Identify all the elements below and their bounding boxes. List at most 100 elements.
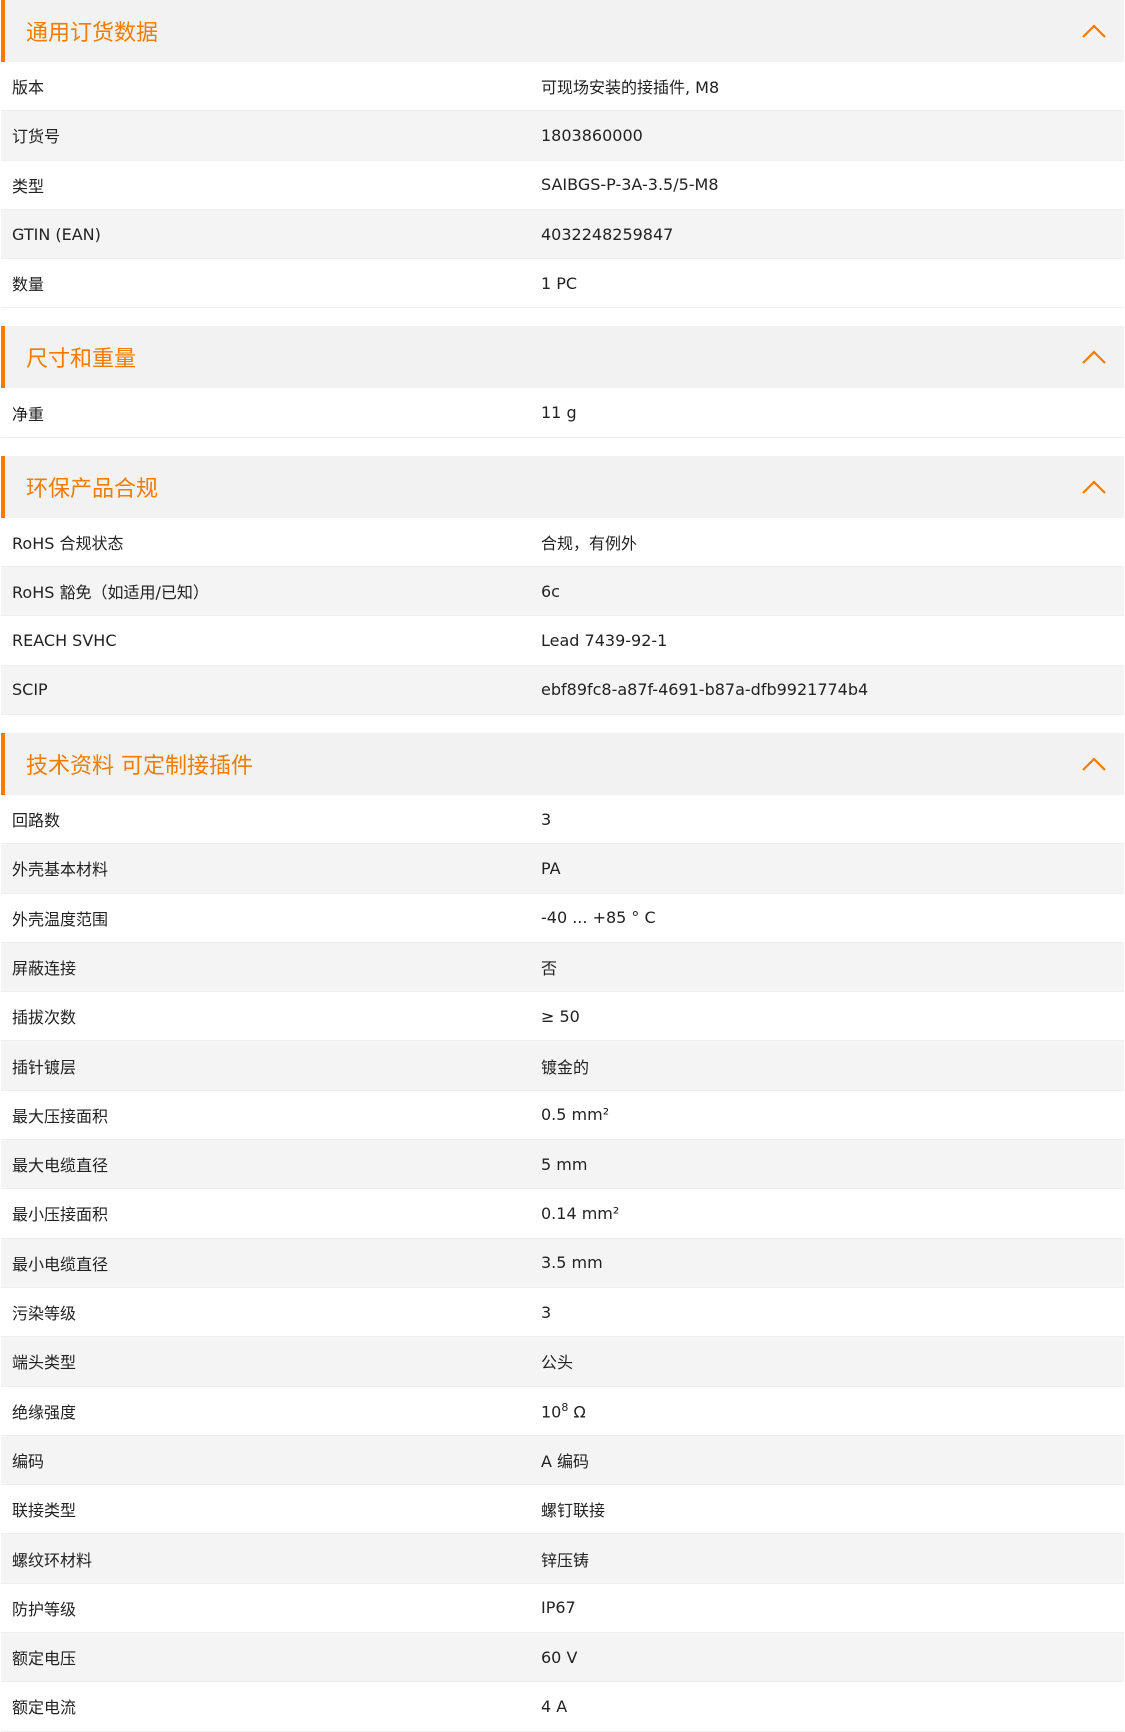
table-row: 数量 1 PC xyxy=(1,259,1124,309)
row-value: 3.5 mm xyxy=(541,1253,603,1273)
table-row: 回路数 3 xyxy=(1,794,1124,845)
table-row: 净重 11 g xyxy=(1,388,1124,438)
table-row: REACH SVHC Lead 7439-92-1 xyxy=(1,616,1124,666)
table-row: 螺纹环材料 锌压铸 xyxy=(1,1534,1124,1584)
section-technical-data: 技术资料 可定制接插件 回路数 3 外壳基本材料 PA 外壳温度范围 -40 ... … xyxy=(1,732,1124,1732)
row-value: Lead 7439-92-1 xyxy=(541,631,668,651)
chevron-up-icon[interactable] xyxy=(1064,0,1124,62)
chevron-up-icon[interactable] xyxy=(1064,456,1124,518)
row-value: ebf89fc8-a87f-4691-b87a-dfb9921774b4 xyxy=(541,680,869,700)
section-dimensions-weight: 尺寸和重量 净重 11 g xyxy=(1,326,1124,438)
row-value: 11 g xyxy=(541,403,577,423)
row-label: 额定电流 xyxy=(12,1698,77,1718)
table-row: GTIN (EAN) 4032248259847 xyxy=(1,209,1124,260)
table-row: 类型 SAIBGS-P-3A-3.5/5-M8 xyxy=(1,160,1124,210)
table-row: 污染等级 3 xyxy=(1,1287,1124,1338)
row-value: 螺钉联接 xyxy=(541,1501,606,1521)
row-value: -40 ... +85 ° C xyxy=(541,908,656,928)
table-row: 屏蔽连接 否 xyxy=(1,942,1124,993)
row-label: 编码 xyxy=(12,1451,45,1471)
row-label: 最大电缆直径 xyxy=(12,1156,109,1176)
table-row: 端头类型 公头 xyxy=(1,1337,1124,1387)
row-value: 0.5 mm² xyxy=(541,1105,610,1125)
table-row: 额定电流 4 A xyxy=(1,1682,1124,1732)
table-row: RoHS 豁免（如适用/已知） 6c xyxy=(1,567,1124,617)
section-environmental-compliance: 环保产品合规 RoHS 合规状态 合规，有例外 RoHS 豁免（如适用/已知） 6c… xyxy=(1,455,1124,715)
table-row: 最大电缆直径 5 mm xyxy=(1,1140,1124,1190)
spec-table: 净重 11 g xyxy=(1,388,1124,438)
row-label: 数量 xyxy=(12,275,45,295)
table-row: RoHS 合规状态 合规，有例外 xyxy=(1,517,1124,568)
table-row: 订货号 1803860000 xyxy=(1,111,1124,161)
row-value: 4 A xyxy=(541,1696,568,1716)
row-label: 绝缘强度 xyxy=(12,1402,77,1422)
section-header-general-order-data[interactable]: 通用订货数据 xyxy=(1,0,1124,62)
table-row: 插拔次数 ≥ 50 xyxy=(1,992,1124,1042)
row-label: 最小电缆直径 xyxy=(12,1254,109,1274)
row-value: IP67 xyxy=(541,1598,576,1618)
row-value: 4032248259847 xyxy=(541,224,674,244)
row-label: 净重 xyxy=(12,404,45,424)
section-title: 通用订货数据 xyxy=(26,21,159,46)
table-row: 最小压接面积 0.14 mm² xyxy=(1,1189,1124,1239)
table-row: 外壳温度范围 -40 ... +85 ° C xyxy=(1,893,1124,943)
section-general-order-data: 通用订货数据 版本 可现场安装的接插件, M8 订货号 1803860000 类型 S… xyxy=(1,0,1124,309)
table-row: 防护等级 IP67 xyxy=(1,1583,1124,1634)
section-title: 技术资料 可定制接插件 xyxy=(26,753,253,779)
row-value: SAIBGS-P-3A-3.5/5-M8 xyxy=(541,175,719,195)
section-header-dimensions-weight[interactable]: 尺寸和重量 xyxy=(1,326,1124,389)
chevron-up-icon[interactable] xyxy=(1064,733,1124,795)
spec-table: 回路数 3 外壳基本材料 PA 外壳温度范围 -40 ... +85 ° C 屏蔽连接… xyxy=(1,794,1124,1732)
row-value: 锌压铸 xyxy=(541,1550,590,1570)
value-unit: Ω xyxy=(568,1401,586,1421)
row-value: 60 V xyxy=(541,1647,578,1667)
table-row: 联接类型 螺钉联接 xyxy=(1,1485,1124,1535)
row-value: 1 PC xyxy=(541,273,578,293)
spec-table: 版本 可现场安装的接插件, M8 订货号 1803860000 类型 SAIBGS-P… xyxy=(1,62,1124,309)
row-label: 防护等级 xyxy=(12,1599,77,1619)
row-value: 可现场安装的接插件, M8 xyxy=(541,78,720,98)
table-row: 额定电压 60 V xyxy=(1,1633,1124,1683)
section-header-environmental-compliance[interactable]: 环保产品合规 xyxy=(1,455,1124,518)
row-label: 插针镀层 xyxy=(12,1057,77,1077)
row-label: 联接类型 xyxy=(12,1501,77,1521)
row-value: 1803860000 xyxy=(541,125,643,145)
row-value: 合规，有例外 xyxy=(541,533,638,553)
row-value: 0.14 mm² xyxy=(541,1203,620,1223)
table-row: 插针镀层 镀金的 xyxy=(1,1041,1124,1091)
row-label: RoHS 豁免（如适用/已知） xyxy=(12,583,209,603)
row-label: REACH SVHC xyxy=(12,631,117,651)
chevron-up-icon[interactable] xyxy=(1064,326,1124,388)
row-value: 5 mm xyxy=(541,1154,588,1174)
row-label: 最小压接面积 xyxy=(12,1205,109,1225)
row-label: SCIP xyxy=(12,680,48,700)
row-value: 否 xyxy=(541,959,558,978)
row-label: 版本 xyxy=(12,78,45,98)
row-label: 外壳基本材料 xyxy=(12,860,109,880)
row-value: PA xyxy=(541,858,561,878)
row-label: 螺纹环材料 xyxy=(12,1550,93,1570)
value-base: 10 xyxy=(541,1401,562,1421)
row-value: 镀金的 xyxy=(541,1057,590,1077)
table-row: 最小电缆直径 3.5 mm xyxy=(1,1238,1124,1288)
spec-table: RoHS 合规状态 合规，有例外 RoHS 豁免（如适用/已知） 6c REACH … xyxy=(1,517,1124,715)
row-label: 端头类型 xyxy=(12,1353,77,1373)
row-label: 最大压接面积 xyxy=(12,1106,109,1126)
row-value: A 编码 xyxy=(541,1451,590,1471)
row-value: 3 xyxy=(541,1302,552,1322)
table-row: 版本 可现场安装的接插件, M8 xyxy=(1,62,1124,112)
row-label: GTIN (EAN) xyxy=(12,224,101,244)
row-value: ≥ 50 xyxy=(541,1006,580,1026)
section-header-technical-data[interactable]: 技术资料 可定制接插件 xyxy=(1,732,1124,795)
row-label: 回路数 xyxy=(12,811,61,831)
table-row: 编码 A 编码 xyxy=(1,1435,1124,1486)
row-label: 类型 xyxy=(12,176,45,196)
row-label: 订货号 xyxy=(12,127,61,147)
table-row: 外壳基本材料 PA xyxy=(1,844,1124,894)
row-label: 屏蔽连接 xyxy=(12,959,77,978)
row-label: 外壳温度范围 xyxy=(12,909,109,929)
table-row: 绝缘强度 108 Ω xyxy=(1,1386,1124,1436)
row-value: 公头 xyxy=(541,1353,574,1373)
section-title: 尺寸和重量 xyxy=(26,347,137,373)
table-row: SCIP ebf89fc8-a87f-4691-b87a-dfb9921774b4 xyxy=(1,665,1124,715)
